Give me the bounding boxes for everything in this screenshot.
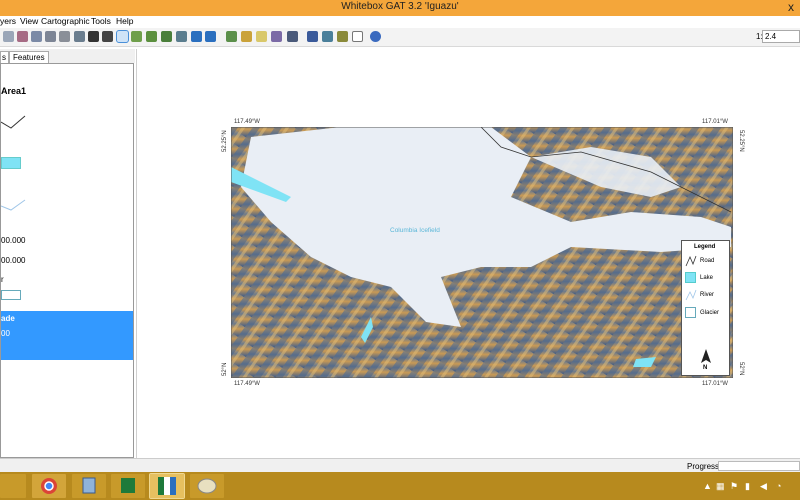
- profile-icon[interactable]: [352, 31, 363, 42]
- top-left-longitude: 117.49°W: [234, 119, 260, 125]
- select-icon[interactable]: [74, 31, 85, 42]
- terrain-map[interactable]: [231, 127, 733, 378]
- file-explorer-icon[interactable]: [0, 474, 26, 498]
- glacier-swatch[interactable]: [1, 290, 21, 300]
- selected-layer-title: ade: [1, 314, 15, 323]
- legend-road-icon: [685, 255, 697, 267]
- excel-icon[interactable]: [111, 474, 145, 498]
- remove-layer-icon[interactable]: [271, 31, 282, 42]
- zoom-layer-icon[interactable]: [176, 31, 187, 42]
- legend-lake-swatch: [685, 272, 696, 283]
- selected-layer-value: 00: [1, 329, 10, 338]
- toolbar: 1: 2.4: [0, 28, 800, 47]
- scale-input[interactable]: 2.4: [762, 30, 800, 43]
- zoom-in-icon[interactable]: [131, 31, 142, 42]
- select-query-icon[interactable]: [88, 31, 99, 42]
- legend-road-label: Road: [700, 258, 715, 264]
- wifi-icon[interactable]: ◔: [776, 481, 781, 491]
- layer-title[interactable]: Area1: [1, 86, 26, 96]
- river-symbol-icon: [1, 199, 26, 211]
- zoom-extent-icon[interactable]: [161, 31, 172, 42]
- chevron-up-icon[interactable]: ▲: [703, 481, 712, 491]
- menu-cartographic[interactable]: Cartographic: [41, 16, 90, 26]
- forward-icon[interactable]: [205, 31, 216, 42]
- window-title: Whitebox GAT 3.2 'Iguazu': [341, 1, 459, 12]
- help-icon[interactable]: [370, 31, 381, 42]
- progress-label: Progress: [687, 462, 720, 471]
- new-map-icon[interactable]: [3, 31, 14, 42]
- road-symbol-icon: [1, 115, 26, 129]
- menu-tools[interactable]: Tools: [91, 16, 111, 26]
- flag-icon[interactable]: ⚑: [730, 481, 738, 492]
- taskbar: ▲ ▦ ⚑ ▮ ◀ ◔: [0, 472, 800, 500]
- map-legend[interactable]: Legend Road Lake River Glacier N: [681, 240, 730, 376]
- zoom-out-icon[interactable]: [146, 31, 157, 42]
- bottom-left-longitude: 117.49°W: [234, 381, 260, 387]
- print-map-icon[interactable]: [287, 31, 298, 42]
- selected-layer-row[interactable]: ade 00: [1, 311, 133, 360]
- legend-glacier-label: Glacier: [700, 310, 720, 316]
- save-as-icon[interactable]: [45, 31, 56, 42]
- open-layer-icon[interactable]: [241, 31, 252, 42]
- title-bar: Whitebox GAT 3.2 'Iguazu' x: [0, 0, 800, 16]
- icefield-label: Columbia Icefield: [390, 227, 440, 234]
- network-icon[interactable]: ▦: [716, 481, 725, 492]
- menu-layers[interactable]: yers: [0, 16, 16, 26]
- paint-icon[interactable]: [190, 474, 224, 498]
- progress-bar: [718, 461, 800, 471]
- legend-river-icon: [685, 289, 697, 301]
- speaker-icon[interactable]: ◀: [760, 481, 767, 492]
- virtualbox-icon[interactable]: [72, 474, 106, 498]
- lake-swatch[interactable]: [1, 157, 21, 169]
- save-icon[interactable]: [31, 31, 42, 42]
- right-bottom-latitude: 52°N: [738, 362, 744, 376]
- top-right-longitude: 117.01°W: [702, 119, 728, 125]
- layer-label-r: r: [1, 275, 4, 284]
- layer-icon[interactable]: [256, 31, 267, 42]
- back-icon[interactable]: [191, 31, 202, 42]
- close-icon[interactable]: x: [788, 0, 794, 14]
- ruler-icon[interactable]: [337, 31, 348, 42]
- north-label: N: [703, 365, 708, 371]
- status-bar: Progress: [0, 458, 800, 472]
- bottom-right-longitude: 117.01°W: [702, 381, 728, 387]
- histogram-icon[interactable]: [322, 31, 333, 42]
- legend-lake-label: Lake: [700, 275, 714, 281]
- whitebox-icon[interactable]: [149, 473, 185, 499]
- pan-icon[interactable]: [116, 30, 129, 43]
- battery-icon[interactable]: ▮: [745, 481, 750, 492]
- menu-bar: yers View Cartographic Tools Help: [0, 16, 800, 28]
- left-top-latitude: 52.25°N: [222, 130, 228, 152]
- menu-view[interactable]: View: [20, 16, 38, 26]
- select-query-icon-2[interactable]: [102, 31, 113, 42]
- add-layer-icon[interactable]: [226, 31, 237, 42]
- legend-title: Legend: [694, 244, 716, 250]
- right-top-latitude: 52.25°N: [738, 130, 744, 152]
- legend-glacier-swatch: [685, 307, 696, 318]
- tab-layers[interactable]: s: [0, 51, 9, 63]
- open-icon[interactable]: [17, 31, 28, 42]
- menu-help[interactable]: Help: [116, 16, 133, 26]
- left-bottom-latitude: 52°N: [222, 362, 228, 376]
- print-icon[interactable]: [59, 31, 70, 42]
- layer-value-2: 00.000: [1, 256, 26, 265]
- legend-river-label: River: [700, 292, 715, 298]
- tab-features[interactable]: Features: [9, 51, 49, 63]
- layer-value-1: 00.000: [1, 236, 26, 245]
- chrome-icon[interactable]: [32, 474, 66, 498]
- table-icon[interactable]: [307, 31, 318, 42]
- panel-tabs: s Features: [0, 49, 135, 63]
- layers-panel: Area1 00.000 00.000 r ade 00: [0, 63, 134, 458]
